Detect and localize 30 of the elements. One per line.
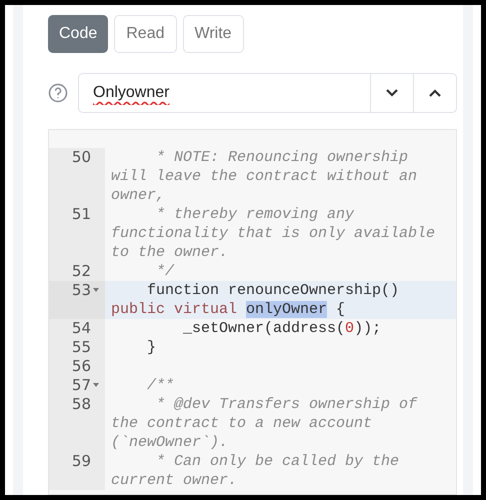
- code-editor[interactable]: [48, 129, 457, 495]
- help-icon[interactable]: [48, 83, 68, 103]
- code-line: }: [146, 338, 158, 357]
- fold-caret-icon[interactable]: [93, 288, 99, 292]
- code-line: * Can only be called by the current owner.: [111, 452, 400, 490]
- line-number: 58: [72, 395, 91, 415]
- line-number: 51: [72, 205, 91, 225]
- code-line: * @dev Transfers ownership of the contract to a new account (`newOwner`).: [111, 395, 418, 452]
- tab[interactable]: Code: [48, 15, 108, 53]
- fold-caret-icon[interactable]: [93, 383, 99, 387]
- line-number: 53: [72, 281, 91, 301]
- code-line: /**: [146, 376, 176, 395]
- search-field[interactable]: Onlyowner: [79, 74, 370, 112]
- line-number: 57: [72, 376, 91, 395]
- code-line: function renounceOwnership() public virtual onlyOwner {: [111, 281, 400, 319]
- line-number: 54: [72, 319, 91, 338]
- code-line: * thereby removing any functionality that is only available to the owner.: [111, 205, 436, 262]
- chevron-down-icon: [385, 88, 399, 98]
- code-line: */: [155, 262, 176, 281]
- line-number: 55: [72, 338, 91, 357]
- line-number: 50: [72, 148, 91, 168]
- line-number: 52: [72, 262, 91, 281]
- tab[interactable]: Write: [182, 15, 244, 53]
- line-number: 59: [72, 452, 91, 472]
- code-line: _setOwner(address(0));: [182, 319, 382, 338]
- line-number: 56: [72, 357, 91, 376]
- chevron-up-icon: [428, 88, 442, 98]
- search-box[interactable]: Onlyowner: [78, 73, 457, 113]
- tab[interactable]: Read: [114, 15, 176, 53]
- code-line: * NOTE: Renouncing ownership will leave the contract without an owner,: [111, 148, 418, 205]
